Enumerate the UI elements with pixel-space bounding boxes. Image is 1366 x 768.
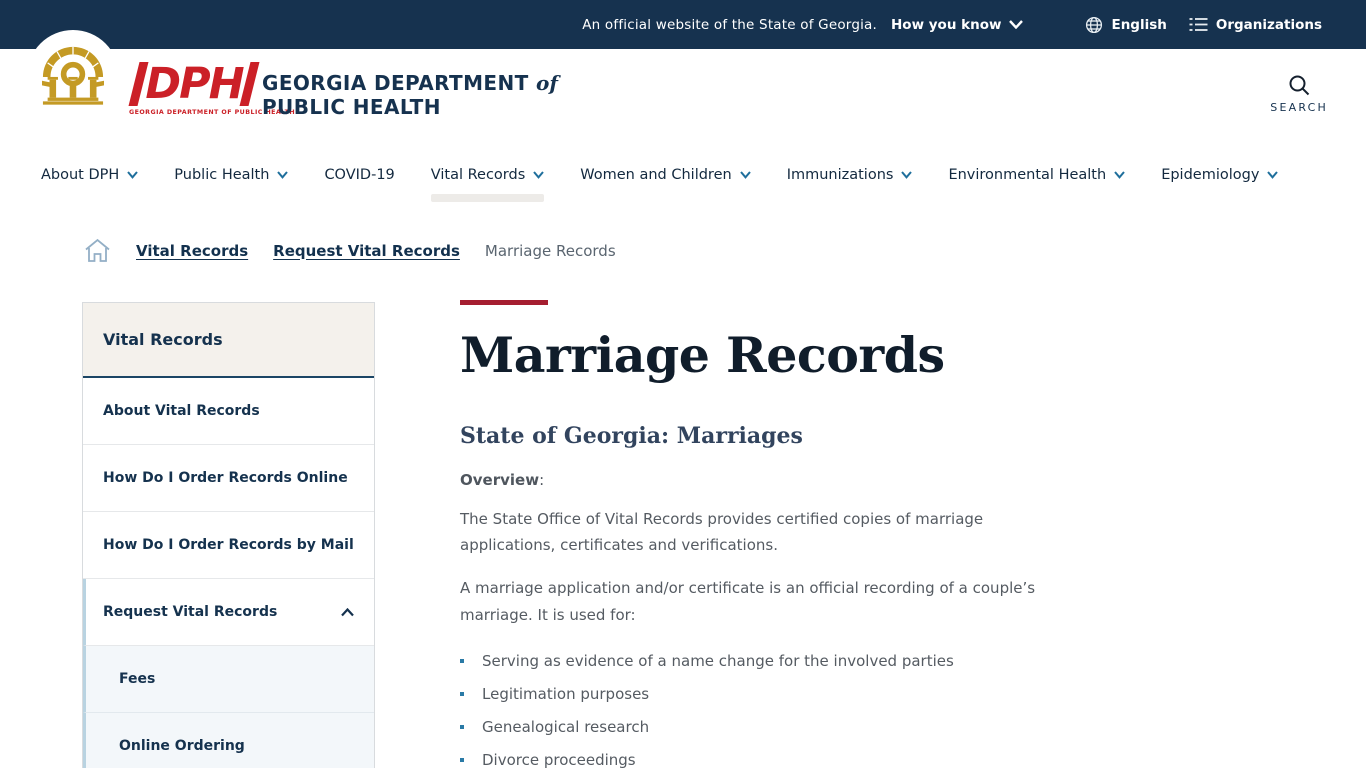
chevron-down-icon — [533, 171, 544, 179]
paragraph-1: The State Office of Vital Records provid… — [460, 506, 1080, 559]
chevron-down-icon — [127, 171, 138, 179]
home-icon — [84, 238, 111, 263]
nav-item-public-health[interactable]: Public Health — [174, 145, 288, 205]
utility-bar: An official website of the State of Geor… — [0, 0, 1366, 49]
agency-name-line2: PUBLIC HEALTH — [262, 95, 558, 119]
main-nav: About DPH Public Health COVID-19 Vital R… — [0, 145, 1366, 205]
agency-name-line1: GEORGIA DEPARTMENT of — [262, 71, 558, 95]
agency-name[interactable]: GEORGIA DEPARTMENT of PUBLIC HEALTH — [262, 71, 558, 119]
how-you-know-label: How you know — [891, 17, 1001, 33]
search-icon — [1287, 73, 1311, 97]
how-you-know-toggle[interactable]: How you know — [891, 17, 1023, 33]
search-label: SEARCH — [1270, 101, 1328, 114]
nav-item-environmental-health[interactable]: Environmental Health — [948, 145, 1125, 205]
official-website-text: An official website of the State of Geor… — [582, 17, 877, 33]
uses-bullet-list: Serving as evidence of a name change for… — [460, 652, 1080, 768]
list-icon — [1189, 17, 1208, 32]
nav-item-women-and-children[interactable]: Women and Children — [580, 145, 750, 205]
nav-item-vital-records[interactable]: Vital Records — [431, 145, 545, 205]
paragraph-2: A marriage application and/or certificat… — [460, 575, 1080, 628]
list-item: Genealogical research — [460, 718, 1080, 736]
chevron-down-icon — [901, 171, 912, 179]
chevron-down-icon — [1009, 20, 1023, 29]
title-accent-bar — [460, 300, 548, 305]
square-bullet — [460, 725, 464, 729]
chevron-up-icon — [341, 608, 354, 617]
dph-logo-letters: DPH — [129, 62, 259, 106]
sidebar-item-online-ordering[interactable]: Online Ordering — [83, 713, 374, 768]
section-title: State of Georgia: Marriages — [460, 423, 1080, 449]
nav-item-epidemiology[interactable]: Epidemiology — [1161, 145, 1278, 205]
list-item: Divorce proceedings — [460, 751, 1080, 768]
chevron-down-icon — [277, 171, 288, 179]
square-bullet — [460, 692, 464, 696]
chevron-down-icon — [1267, 171, 1278, 179]
agency-name-of: of — [536, 71, 558, 95]
sidebar-title[interactable]: Vital Records — [83, 303, 374, 378]
chevron-down-icon — [740, 171, 751, 179]
square-bullet — [460, 659, 464, 663]
globe-icon — [1085, 16, 1103, 34]
nav-item-covid-19[interactable]: COVID-19 — [324, 145, 394, 205]
sidebar-item-order-records-online[interactable]: How Do I Order Records Online — [83, 445, 374, 512]
search-button[interactable]: SEARCH — [1270, 73, 1328, 114]
sidebar-item-about-vital-records[interactable]: About Vital Records — [83, 378, 374, 445]
list-item: Legitimation purposes — [460, 685, 1080, 703]
organizations-menu[interactable]: Organizations — [1189, 17, 1322, 33]
breadcrumb-vital-records[interactable]: Vital Records — [136, 242, 248, 260]
square-bullet — [460, 758, 464, 762]
page-title: Marriage Records — [460, 329, 1080, 383]
language-selector[interactable]: English — [1085, 16, 1166, 34]
breadcrumb-request-vital-records[interactable]: Request Vital Records — [273, 242, 460, 260]
page: An official website of the State of Geor… — [0, 0, 1366, 768]
dph-logo[interactable]: DPH GEORGIA DEPARTMENT OF PUBLIC HEALTH — [129, 62, 259, 116]
georgia-arch-logo[interactable] — [27, 30, 119, 122]
sidebar-vital-records: Vital Records About Vital Records How Do… — [82, 302, 375, 768]
nav-item-about-dph[interactable]: About DPH — [41, 145, 138, 205]
breadcrumb: Vital Records Request Vital Records Marr… — [84, 238, 616, 263]
dph-logo-caption: GEORGIA DEPARTMENT OF PUBLIC HEALTH — [129, 109, 259, 116]
breadcrumb-home[interactable] — [84, 238, 111, 263]
nav-item-immunizations[interactable]: Immunizations — [787, 145, 913, 205]
language-label: English — [1111, 17, 1166, 33]
list-item: Serving as evidence of a name change for… — [460, 652, 1080, 670]
chevron-down-icon — [1114, 171, 1125, 179]
sidebar-item-request-vital-records[interactable]: Request Vital Records — [83, 579, 374, 646]
organizations-label: Organizations — [1216, 17, 1322, 33]
site-header: DPH GEORGIA DEPARTMENT OF PUBLIC HEALTH … — [0, 49, 1366, 145]
breadcrumb-current-page: Marriage Records — [485, 242, 616, 260]
main-content: Marriage Records State of Georgia: Marri… — [460, 300, 1080, 768]
dph-logo-text: DPH — [145, 63, 242, 106]
overview-label: Overview: — [460, 471, 1080, 489]
sidebar-item-order-records-by-mail[interactable]: How Do I Order Records by Mail — [83, 512, 374, 579]
sidebar-item-fees[interactable]: Fees — [83, 646, 374, 713]
